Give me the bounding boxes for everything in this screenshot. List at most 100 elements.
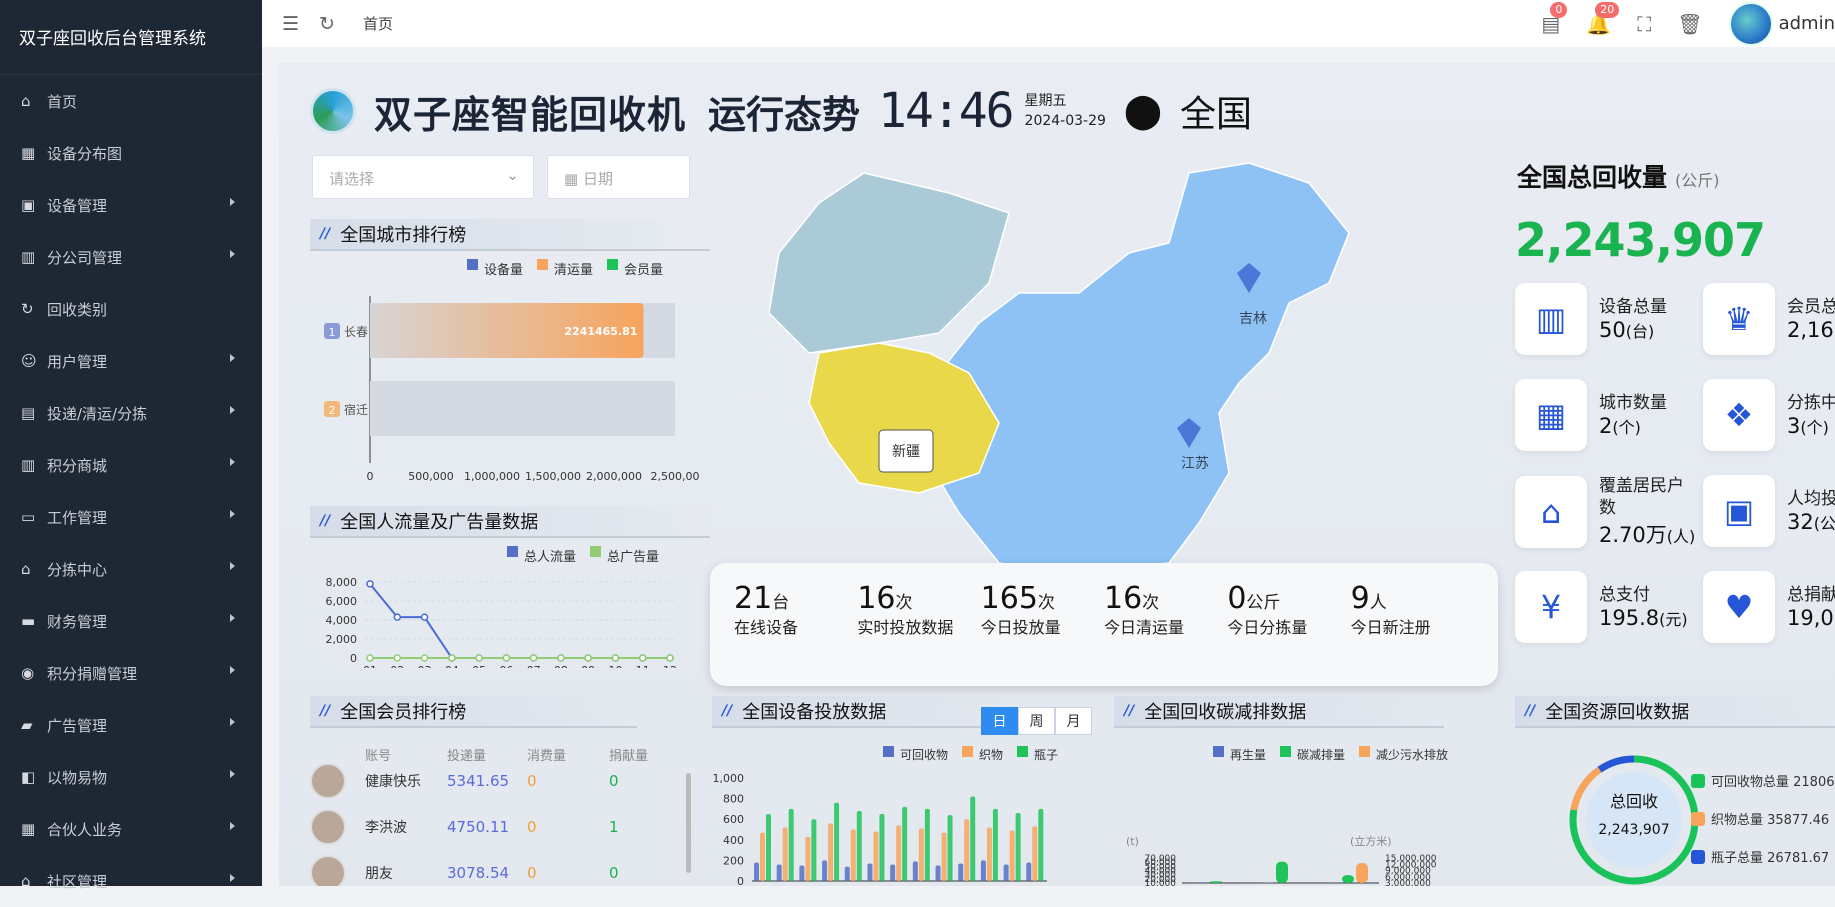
sidebar-item[interactable]: ▰广告管理: [0, 699, 262, 751]
fullscreen-icon[interactable]: ⛶: [1637, 12, 1651, 36]
kpi-unit: (人): [1667, 527, 1696, 546]
sidebar: 双子座回收后台管理系统 ⌂首页▦设备分布图▣设备管理▥分公司管理↻回收类别☺用户…: [0, 0, 262, 886]
bar: [845, 867, 850, 881]
sidebar-item[interactable]: ◧以物易物: [0, 751, 262, 803]
city-rank-title: 全国城市排行榜: [340, 221, 466, 247]
member-row[interactable]: 健康快乐5341.6500: [310, 763, 680, 799]
trash-icon[interactable]: 🗑: [1677, 12, 1702, 36]
region-select[interactable]: 请选择⌄: [312, 155, 534, 199]
bar: [1026, 862, 1031, 881]
legend-item: 会员量: [624, 259, 663, 278]
resource-legend-label: 瓶子总量 26781.67: [1711, 847, 1829, 866]
data-point: [367, 655, 373, 661]
bar: [754, 862, 759, 881]
select-placeholder: 请选择: [329, 170, 374, 188]
clock: 14:46: [878, 83, 1013, 139]
sidebar-item[interactable]: ▥分公司管理: [0, 231, 262, 283]
stat-label: 今日分拣量: [1227, 618, 1350, 638]
sidebar-item[interactable]: ▬财务管理: [0, 595, 262, 647]
bar: [1004, 865, 1009, 881]
sidebar-item[interactable]: ▤投递/清运/分拣: [0, 387, 262, 439]
china-map[interactable]: 吉林 江苏 新疆: [769, 153, 1469, 573]
sidebar-item-label: 回收类别: [47, 299, 107, 320]
member-name: 健康快乐: [365, 771, 421, 791]
bar: [1032, 826, 1037, 881]
caret-right-icon: [230, 198, 235, 206]
legend-item: 总人流量: [524, 546, 576, 565]
stat-unit: 次: [1038, 593, 1055, 613]
bar: [1276, 862, 1288, 883]
sidebar-item[interactable]: ↻回收类别: [0, 283, 262, 335]
tick-label: 15,000,000: [1385, 854, 1437, 864]
tick-label: 1,000,000: [464, 470, 520, 483]
donut-value: 2,243,907: [1567, 816, 1701, 844]
breadcrumb[interactable]: 首页: [363, 13, 393, 34]
sidebar-item[interactable]: ☺用户管理: [0, 335, 262, 387]
avatar[interactable]: [1729, 2, 1773, 46]
avatar: [310, 855, 346, 886]
carbon-header: //全国回收碳减排数据: [1114, 696, 1444, 728]
member-row[interactable]: 朋友3078.5400: [310, 855, 680, 886]
tab-day[interactable]: 日: [981, 707, 1018, 735]
sidebar-item[interactable]: ⌂首页: [0, 75, 262, 127]
kpi-value: 2,160: [1787, 318, 1835, 342]
data-point: [394, 614, 400, 620]
document-icon[interactable]: ▤0: [1541, 12, 1560, 36]
refresh-icon[interactable]: ↻: [319, 13, 335, 35]
bar: [766, 814, 771, 881]
topbar: ☰ ↻ 首页 ▤0 🔔20 ⛶ 🗑 admin: [262, 0, 1835, 47]
sidebar-item[interactable]: ▦设备分布图: [0, 127, 262, 179]
city-rank-legend: 设备量 清运量 会员量: [453, 259, 663, 278]
sidebar-item[interactable]: ◉积分捐赠管理: [0, 647, 262, 699]
tab-month[interactable]: 月: [1055, 707, 1092, 735]
caret-right-icon: [230, 666, 235, 674]
bar: [873, 832, 878, 881]
bar: [799, 866, 804, 881]
bar: [970, 797, 975, 881]
sidebar-item[interactable]: ▭工作管理: [0, 491, 262, 543]
date-picker[interactable]: ▦ 日期: [547, 155, 690, 199]
bar: [805, 837, 810, 881]
map-region-west[interactable]: [769, 173, 1009, 353]
carbon-title: 全国回收碳减排数据: [1144, 698, 1306, 724]
sidebar-item[interactable]: ▦合伙人业务: [0, 803, 262, 855]
device-drop-title: 全国设备投放数据: [742, 698, 886, 724]
region-label[interactable]: 全国: [1180, 85, 1252, 137]
sidebar-item[interactable]: ▥积分商城: [0, 439, 262, 491]
data-point: [640, 655, 646, 661]
rank-number: 2: [329, 404, 336, 417]
members-scrollbar[interactable]: [686, 773, 691, 873]
stat-item: 16次实时投放数据: [857, 580, 980, 669]
tick-label: 800: [723, 793, 744, 806]
sidebar-item[interactable]: ⌂分拣中心: [0, 543, 262, 595]
bar: [777, 865, 782, 881]
username[interactable]: admin: [1779, 13, 1835, 34]
section-mark-icon: //: [722, 703, 732, 719]
kpi-card: ▥设备总量50(台): [1515, 283, 1699, 355]
tick-label: 08: [554, 664, 568, 668]
menu-toggle-icon[interactable]: ☰: [282, 13, 299, 35]
resource-legend-item: 织物总量 35877.46: [1691, 809, 1829, 828]
house-icon: ⌂: [1515, 476, 1587, 548]
kpi-label: 设备总量: [1599, 296, 1699, 318]
tab-week[interactable]: 周: [1018, 707, 1055, 735]
caret-right-icon: [230, 770, 235, 778]
sidebar-item[interactable]: ⌂社区管理: [0, 855, 262, 907]
bar: [789, 809, 794, 881]
stat-value: 0: [1227, 581, 1246, 616]
legend-swatch: [1691, 850, 1705, 864]
total-recycle-value: 2,243,907: [1515, 213, 1765, 267]
sidebar-item[interactable]: ▣设备管理: [0, 179, 262, 231]
avatar: [310, 763, 346, 799]
doc-icon: ▤: [21, 404, 47, 422]
tick-label: 05: [472, 664, 486, 668]
package-icon: ▣: [1703, 475, 1775, 547]
section-mark-icon: //: [320, 226, 330, 242]
member-donate: 1: [609, 818, 619, 836]
col-header: 账号: [365, 745, 391, 764]
kpi-unit: (个): [1612, 418, 1641, 437]
kpi-card: ▣人均投32(公: [1703, 475, 1835, 547]
city-icon: ▦: [1515, 379, 1587, 451]
bell-icon[interactable]: 🔔20: [1586, 12, 1611, 36]
member-row[interactable]: 李洪波4750.1101: [310, 809, 680, 845]
